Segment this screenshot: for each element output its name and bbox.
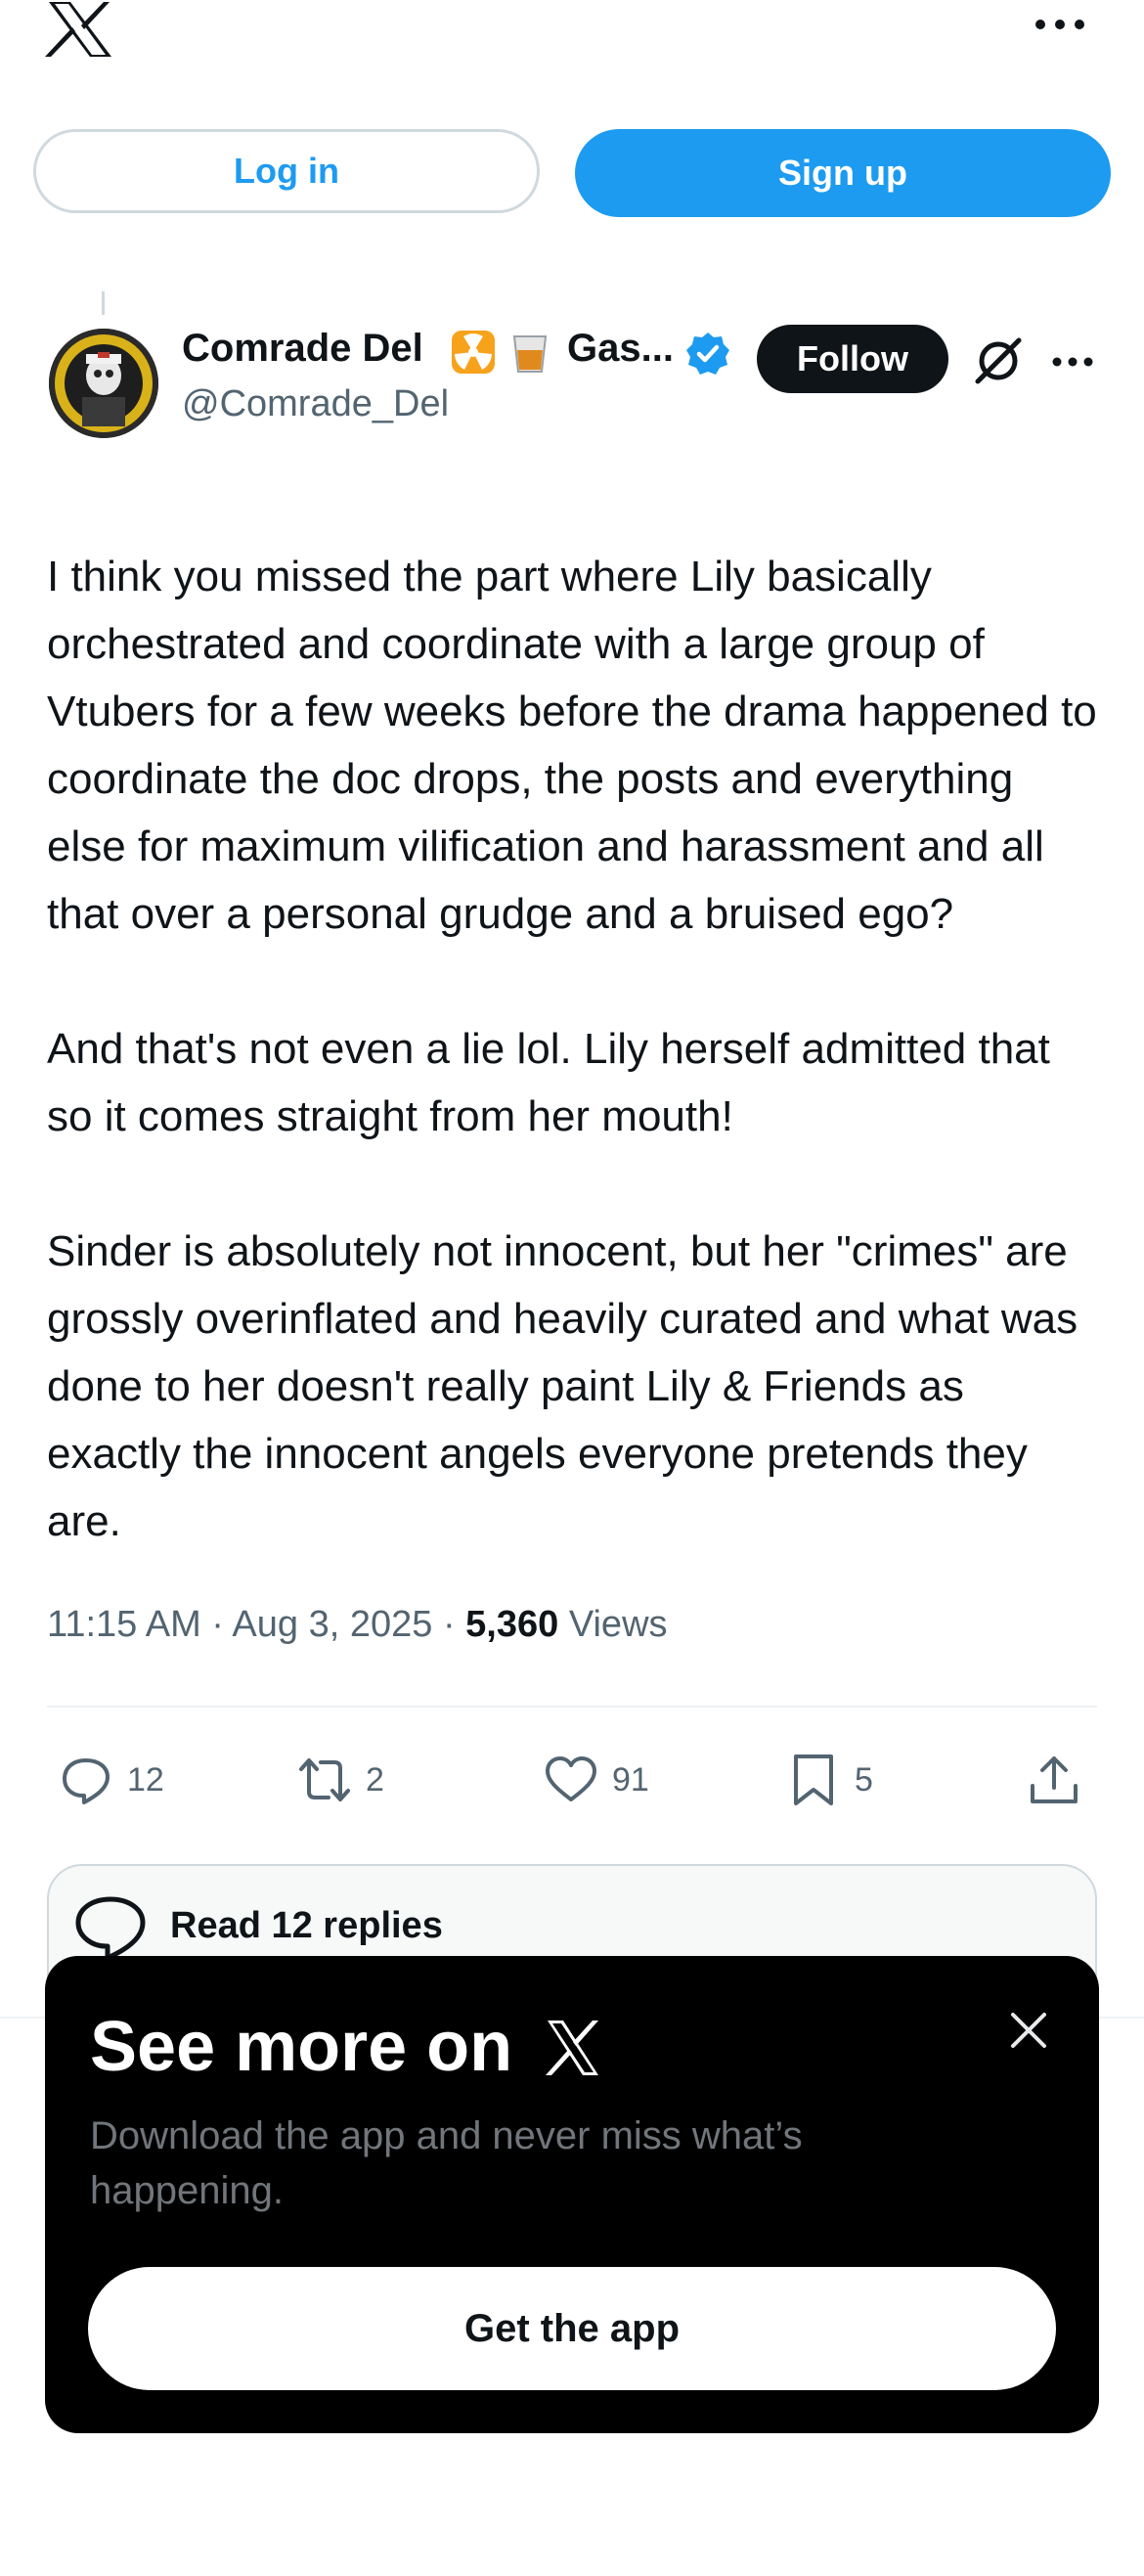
like-count: 91 — [612, 1760, 649, 1799]
post-paragraph: Sinder is absolutely not innocent, but h… — [47, 1227, 1078, 1545]
author-handle[interactable]: @Comrade_Del — [182, 383, 449, 425]
views-label: Views — [568, 1604, 668, 1645]
reply-count: 12 — [127, 1760, 164, 1799]
share-button[interactable] — [1027, 1751, 1081, 1809]
promo-subtitle: Download the app and never miss what’s h… — [90, 2114, 803, 2212]
signup-button[interactable]: Sign up — [575, 129, 1111, 217]
reply-bubble-icon — [75, 1896, 146, 1961]
post-date[interactable]: Aug 3, 2025 — [232, 1604, 432, 1645]
thread-connector — [102, 291, 105, 315]
divider — [47, 1706, 1097, 1708]
repost-button[interactable]: 2 — [297, 1751, 384, 1809]
post-more-icon[interactable] — [1048, 342, 1097, 381]
follow-button[interactable]: Follow — [757, 325, 948, 393]
glass-icon — [512, 335, 548, 373]
avatar[interactable] — [49, 329, 158, 438]
post-metadata: 11:15 AM · Aug 3, 2025 · 5,360 Views — [47, 1604, 668, 1645]
close-icon[interactable] — [1007, 2009, 1050, 2052]
bookmark-count: 5 — [855, 1760, 873, 1799]
x-logo-icon — [546, 2021, 598, 2075]
author-display-name[interactable]: Comrade Del — [182, 327, 423, 371]
share-icon — [1031, 1756, 1078, 1803]
grok-icon[interactable] — [972, 334, 1025, 387]
post-paragraph: I think you missed the part where Lily b… — [47, 553, 1097, 938]
post-text: I think you missed the part where Lily b… — [47, 475, 1103, 1555]
verified-badge-icon — [686, 333, 729, 375]
get-app-button[interactable]: Get the app — [88, 2267, 1056, 2390]
promo-title: See more on — [90, 2008, 513, 2086]
x-logo-icon[interactable] — [45, 0, 115, 59]
heart-icon — [546, 1756, 596, 1801]
repost-icon — [299, 1758, 350, 1801]
reply-button[interactable]: 12 — [59, 1751, 164, 1809]
bookmark-button[interactable]: 5 — [786, 1751, 873, 1809]
bookmark-icon — [794, 1754, 833, 1805]
post-time[interactable]: 11:15 AM — [47, 1604, 201, 1645]
views-count: 5,360 — [465, 1604, 559, 1645]
login-button[interactable]: Log in — [33, 129, 540, 213]
like-button[interactable]: 91 — [544, 1751, 649, 1809]
post-paragraph: And that's not even a lie lol. Lily hers… — [47, 1025, 1050, 1140]
author-name-truncated: Gas... — [567, 327, 674, 370]
reply-icon — [63, 1758, 110, 1804]
radioactive-icon — [452, 331, 495, 374]
repost-count: 2 — [366, 1760, 384, 1799]
more-horizontal-icon[interactable] — [1031, 10, 1089, 39]
read-replies-label[interactable]: Read 12 replies — [170, 1905, 443, 1947]
